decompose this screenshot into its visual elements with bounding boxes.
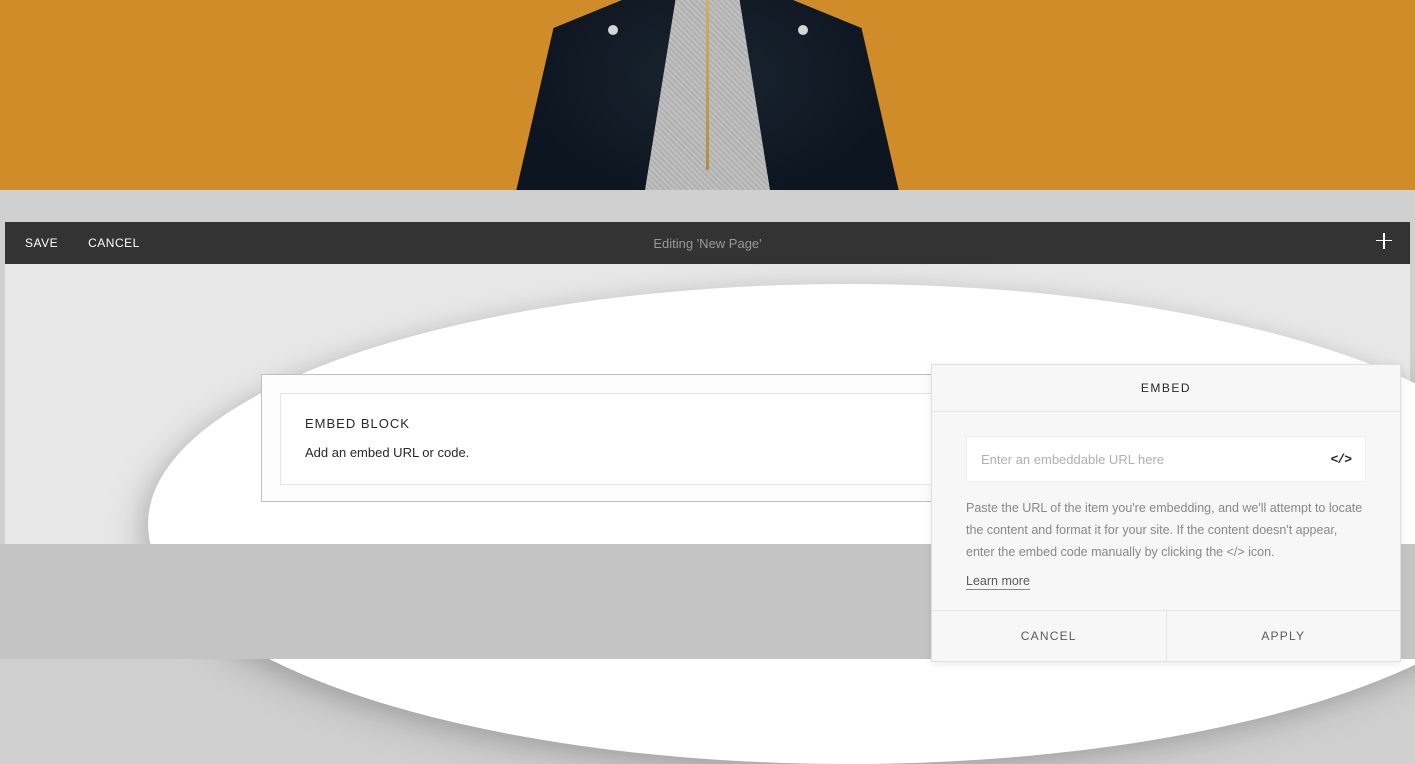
- plus-icon: [1376, 233, 1392, 249]
- learn-more-link[interactable]: Learn more: [966, 574, 1030, 590]
- embed-url-input-wrap: </>: [966, 436, 1366, 482]
- embed-panel-footer: CANCEL APPLY: [932, 610, 1400, 661]
- hero-banner: [0, 0, 1415, 190]
- spacer: [0, 190, 1415, 222]
- embed-apply-button[interactable]: APPLY: [1167, 611, 1401, 661]
- embed-help-text: Paste the URL of the item you're embeddi…: [966, 498, 1366, 564]
- embed-panel-body: </> Paste the URL of the item you're emb…: [932, 412, 1400, 610]
- embed-settings-panel: EMBED </> Paste the URL of the item you'…: [931, 364, 1401, 662]
- code-icon[interactable]: </>: [1331, 452, 1351, 467]
- embed-cancel-button[interactable]: CANCEL: [932, 611, 1167, 661]
- embed-url-input[interactable]: [981, 452, 1331, 467]
- editor-toolbar: SAVE CANCEL Editing 'New Page': [5, 222, 1410, 264]
- embed-panel-header: EMBED: [932, 365, 1400, 412]
- cancel-button[interactable]: CANCEL: [88, 236, 140, 250]
- editing-status: Editing 'New Page': [653, 236, 761, 251]
- hero-person-image: [488, 0, 928, 190]
- add-block-button[interactable]: [1376, 232, 1392, 255]
- save-button[interactable]: SAVE: [25, 236, 58, 250]
